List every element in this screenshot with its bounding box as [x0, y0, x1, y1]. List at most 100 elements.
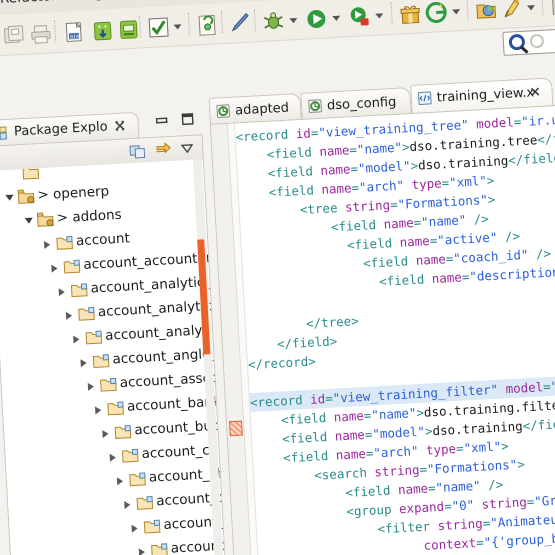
code-token-tag: <field	[281, 428, 336, 447]
open-folder-icon[interactable]	[475, 0, 498, 21]
code-token-val: "Group By..."	[533, 491, 555, 509]
expand-arrow-icon[interactable]	[43, 240, 51, 250]
new-file-icon[interactable]: 010	[63, 20, 86, 43]
run-dropdown-arrow[interactable]	[332, 15, 341, 22]
debug-icon[interactable]	[262, 10, 285, 33]
minimize-icon[interactable]	[154, 114, 169, 127]
package-folder-icon	[107, 400, 125, 416]
expand-arrow-icon[interactable]	[109, 453, 117, 462]
package-folder-icon	[92, 353, 110, 369]
export-icon[interactable]	[196, 13, 219, 36]
tree-item[interactable]: account_bank_statement_	[3, 389, 227, 426]
expand-arrow-icon[interactable]	[73, 335, 80, 344]
code-token-attr: string	[374, 462, 420, 480]
link-with-editor-icon[interactable]	[129, 142, 147, 160]
tree-item[interactable]: account_budget	[4, 417, 227, 450]
toolbar-search-box[interactable]	[502, 27, 555, 56]
tree-item-label: account_asset	[119, 369, 217, 392]
code-token-tag: />	[465, 210, 490, 228]
android-device-icon[interactable]	[117, 18, 140, 41]
code-line[interactable]: </record>	[247, 352, 316, 375]
package-folder-icon	[56, 234, 74, 250]
maximize-icon[interactable]	[180, 113, 195, 126]
code-token-tag: </field>	[276, 333, 338, 352]
code-token-attr: name	[397, 480, 429, 498]
collapse-arrow-icon[interactable]	[5, 194, 14, 202]
code-token-tag: <filter	[377, 518, 439, 537]
check-icon[interactable]	[147, 16, 170, 39]
expand-arrow-icon[interactable]	[80, 358, 87, 368]
profile-icon[interactable]	[348, 5, 371, 28]
tree-item[interactable]: account_cancel	[5, 440, 227, 474]
xml-source-code[interactable]: <record id="view_training_tree" model="i…	[235, 104, 555, 555]
code-token-attr: name	[319, 161, 351, 178]
expand-arrow-icon[interactable]	[102, 429, 109, 439]
view-menu-icon[interactable]	[180, 143, 194, 154]
brush-icon[interactable]	[501, 0, 524, 20]
expand-arrow-icon[interactable]	[87, 382, 95, 391]
close-icon[interactable]	[529, 86, 541, 98]
code-token-attr: name	[318, 142, 350, 159]
code-line[interactable]: </field>	[246, 331, 338, 355]
code-token-attr: model	[475, 114, 515, 132]
code-token-val: "name"	[420, 212, 467, 230]
package-folder-icon	[143, 518, 161, 534]
brush-dropdown-arrow[interactable]	[526, 5, 536, 11]
tree-item[interactable]: account_anglo_saxon	[0, 344, 227, 379]
package-folder-icon	[85, 329, 103, 345]
changed-line-marker[interactable]	[229, 420, 243, 437]
tree-item[interactable]: account_followup	[9, 511, 227, 546]
check-dropdown-arrow[interactable]	[173, 24, 182, 30]
code-token-val: "coach_id"	[452, 246, 529, 266]
code-token-tag: </field>	[522, 415, 555, 434]
expand-arrow-icon[interactable]	[124, 500, 131, 510]
code-token-tag: >	[500, 438, 510, 454]
debug-dropdown-arrow[interactable]	[289, 17, 298, 24]
package-folder-icon	[136, 494, 154, 510]
code-token-tag: <field	[346, 234, 401, 253]
menu-item-navigate[interactable]: Navigate	[64, 0, 125, 4]
tree-item[interactable]: account_asset	[1, 370, 217, 403]
print-icon[interactable]	[29, 22, 52, 45]
code-line[interactable]	[244, 298, 245, 317]
code-token-tag: />	[480, 476, 504, 493]
code-line[interactable]	[248, 374, 249, 393]
expand-arrow-icon[interactable]	[131, 524, 138, 533]
code-token-tag: <field	[266, 144, 320, 162]
editor-tab-label: training_view.x	[436, 85, 535, 106]
google-icon[interactable]	[425, 1, 448, 24]
expand-arrow-icon[interactable]	[65, 311, 73, 320]
menu-item-refactor[interactable]: Refactor	[0, 0, 57, 7]
tree-item[interactable]: account_chart	[7, 465, 227, 498]
google-dropdown-arrow[interactable]	[452, 9, 461, 15]
profile-dropdown-arrow[interactable]	[375, 13, 384, 19]
collapse-all-icon[interactable]	[155, 141, 173, 159]
code-token-attr: id	[309, 391, 326, 407]
perspective-icon[interactable]	[549, 0, 555, 17]
package-explorer-tab-label: Package Explo	[13, 119, 109, 140]
expand-arrow-icon[interactable]	[116, 477, 124, 486]
gift-icon[interactable]	[399, 2, 422, 25]
editor-tab-label: dso_config	[326, 94, 397, 114]
code-token-val: "active"	[436, 229, 498, 248]
expand-arrow-icon[interactable]	[51, 264, 58, 273]
code-token-tag: <field	[280, 409, 335, 428]
package-folder-icon	[78, 305, 96, 321]
expand-arrow-icon[interactable]	[138, 548, 146, 555]
code-token-val: "name"	[435, 477, 482, 496]
android-download-icon[interactable]	[91, 19, 114, 42]
tree-item[interactable]: account_check_writing	[8, 485, 227, 522]
pen-icon[interactable]	[229, 11, 252, 34]
tree-item[interactable]: account_payment	[10, 534, 227, 555]
code-token-attr: type	[411, 175, 443, 193]
project-tree[interactable]: > openerp > addons account account_accounta…	[0, 159, 228, 555]
run-icon[interactable]	[305, 7, 328, 30]
expand-arrow-icon[interactable]	[58, 287, 65, 297]
close-icon[interactable]	[114, 119, 127, 132]
code-token-attr: string	[344, 197, 391, 215]
collapse-arrow-icon[interactable]	[24, 217, 34, 225]
expand-arrow-icon[interactable]	[95, 406, 102, 415]
save-all-icon[interactable]	[3, 24, 26, 47]
source-folder-icon	[36, 211, 54, 227]
